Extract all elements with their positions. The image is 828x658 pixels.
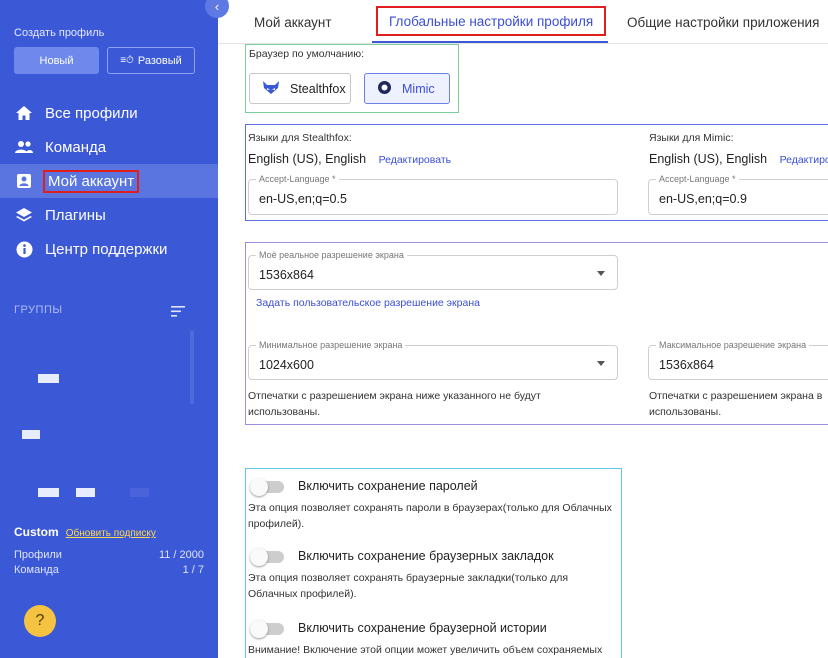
default-browser-section: Браузер по умолчанию: Stealthfox Mimic [245,44,459,113]
default-browser-title: Браузер по умолчанию: [249,48,365,60]
team-count: 1 / 7 [182,564,204,576]
account-icon [13,173,35,189]
save-bookmarks-description: Эта опция позволяет сохранять браузерные… [248,572,569,600]
plan-name: Custom [14,525,59,539]
edit-mimic-languages-link[interactable]: Редактиро [780,154,828,166]
onetime-profile-button[interactable]: ≡⏱ Разовый [107,47,195,74]
group-item[interactable] [76,488,95,497]
mimic-languages-row: English (US), English Редактиро [649,150,828,168]
max-resolution-dropdown[interactable]: Максимальное разрешение экрана 1536x864 [648,340,828,380]
max-resolution-note-line1: Отпечатки с разрешением экрана в [649,390,823,402]
chevron-down-icon [597,271,605,276]
sidebar: Создать профиль Новый ≡⏱ Разовый Все про… [0,0,218,658]
sidebar-item-team[interactable]: Команда [0,130,218,164]
team-label: Команда [14,564,59,576]
real-resolution-dropdown[interactable]: Моё реальное разрешение экрана 1536x864 [248,250,618,290]
mimic-label: Mimic [402,81,435,96]
min-resolution-note: Отпечатки с разрешением экрана ниже указ… [248,390,541,418]
max-resolution-value: 1536x864 [659,358,714,372]
chevron-down-icon [597,361,605,366]
sidebar-item-my-account[interactable]: Мой аккаунт [0,164,218,198]
groups-title: ГРУППЫ [14,304,63,316]
save-passwords-label: Включить сохранение паролей [298,479,478,493]
mimic-languages-value: English (US), English [649,152,768,166]
mimic-accept-language-field[interactable]: Accept-Language * en-US,en;q=0.9 [648,174,828,215]
max-resolution-label: Максимальное разрешение экрана [656,340,810,350]
help-button[interactable]: ? [24,605,56,637]
group-item[interactable] [38,488,59,497]
tab-general-app-settings[interactable]: Общие настройки приложения [627,0,819,44]
sidebar-item-label: Мой аккаунт [42,169,140,193]
settings-tabs: Мой аккаунт Глобальные настройки профиля… [218,0,828,44]
sidebar-item-label: Плагины [45,206,106,224]
onetime-label: Разовый [137,54,182,67]
profiles-label: Профили [14,549,62,561]
min-resolution-dropdown[interactable]: Минимальное разрешение экрана 1024x600 [248,340,618,380]
stealthfox-icon [262,80,280,98]
onetime-icon: ≡⏱ [120,55,134,66]
stealthfox-languages-value: English (US), English [248,152,367,166]
new-profile-button[interactable]: Новый [14,47,99,74]
group-item[interactable] [22,430,40,439]
stealthfox-label: Stealthfox [290,81,346,96]
real-resolution-label: Моё реальное разрешение экрана [256,250,407,260]
stealthfox-accept-language-field[interactable]: Accept-Language * en-US,en;q=0.5 [248,174,618,215]
accept-language-label: Accept-Language * [256,174,339,184]
min-resolution-label: Минимальное разрешение экрана [256,340,406,350]
min-resolution-value: 1024x600 [259,358,314,372]
save-history-label: Включить сохранение браузерной истории [298,621,547,635]
max-resolution-note: Отпечатки с разрешением экрана в использ… [649,388,822,420]
tab-my-account[interactable]: Мой аккаунт [254,0,332,44]
languages-section: Языки для Stealthfox: English (US), Engl… [245,124,828,221]
active-tab-indicator [372,41,608,43]
sync-options-section: Включить сохранение паролей Эта опция по… [245,468,622,658]
groups-scrollbar[interactable] [190,330,194,404]
sidebar-item-all-profiles[interactable]: Все профили [0,96,218,130]
save-bookmarks-label: Включить сохранение браузерных закладок [298,549,554,563]
group-item[interactable] [38,374,59,383]
home-icon [13,105,35,121]
toggle-knob [250,620,268,638]
stealthfox-languages-row: English (US), English Редактировать [248,150,451,168]
sidebar-nav: Все профили Команда Мой аккаунт Плагины … [0,96,218,266]
stealthfox-languages-label: Языки для Stealthfox: [248,132,352,144]
screen-resolution-section: Моё реальное разрешение экрана 1536x864 … [245,242,828,425]
sidebar-item-label: Команда [45,138,107,156]
save-history-toggle[interactable] [250,620,284,638]
save-history-description: Внимание! Включение этой опции может уве… [248,644,603,656]
stealthfox-accept-language-value: en-US,en;q=0.5 [259,192,347,206]
mimic-languages-label: Языки для Mimic: [649,132,734,144]
group-item[interactable] [130,488,149,497]
mimic-accept-language-value: en-US,en;q=0.9 [659,192,747,206]
save-bookmarks-toggle[interactable] [250,548,284,566]
tab-global-profile-settings[interactable]: Глобальные настройки профиля [376,6,607,36]
real-resolution-value: 1536x864 [259,268,314,282]
sidebar-item-plugins[interactable]: Плагины [0,198,218,232]
upgrade-subscription-link[interactable]: Обновить подписку [66,528,156,539]
max-resolution-note-line2: использованы. [649,406,722,418]
team-icon [13,140,35,154]
toggle-knob [250,548,268,566]
mimic-button[interactable]: Mimic [364,73,450,104]
sidebar-item-label: Все профили [45,104,138,122]
custom-resolution-link[interactable]: Задать пользовательское разрешение экран… [256,297,480,309]
subscription-panel: Custom Обновить подписку Профили 11 / 20… [14,525,204,576]
sort-icon[interactable] [171,304,185,322]
info-icon [13,241,35,258]
toggle-knob [250,478,268,496]
save-passwords-description: Эта опция позволяет сохранять пароли в б… [248,502,612,530]
sidebar-item-label: Центр поддержки [45,240,168,258]
mimic-icon [377,80,392,98]
save-passwords-toggle[interactable] [250,478,284,496]
accept-language-label: Accept-Language * [656,174,739,184]
edit-stealthfox-languages-link[interactable]: Редактировать [379,154,452,166]
sidebar-item-support[interactable]: Центр поддержки [0,232,218,266]
stealthfox-button[interactable]: Stealthfox [249,73,351,104]
profiles-count: 11 / 2000 [158,549,204,561]
layers-icon [13,207,35,223]
create-profile-title: Создать профиль [14,27,105,39]
